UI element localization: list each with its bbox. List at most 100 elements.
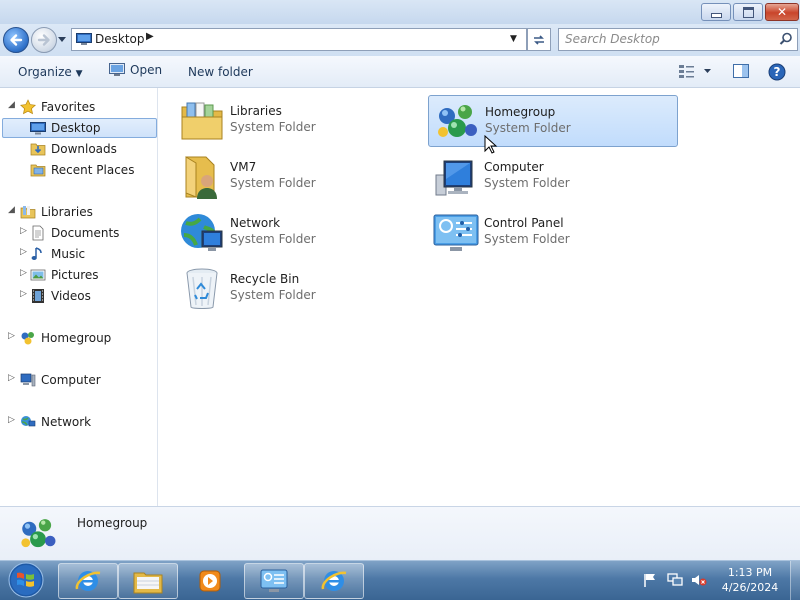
preview-pane-icon [733, 64, 749, 78]
item-type: System Folder [230, 176, 316, 190]
back-button[interactable] [3, 27, 29, 53]
nav-recent-places[interactable]: Recent Places [30, 160, 134, 180]
nav-documents[interactable]: Documents [30, 223, 119, 243]
list-item[interactable]: Computer System Folder [428, 151, 678, 203]
downloads-folder-icon [30, 143, 46, 156]
organize-dropdown-icon: ▼ [75, 69, 83, 79]
taskbar-media-player[interactable] [180, 563, 240, 599]
expand-arrow-icon[interactable]: ▷ [8, 415, 15, 425]
network-status-icon[interactable] [667, 573, 683, 587]
change-view-button[interactable] [678, 64, 712, 81]
title-bar: ✕ [0, 0, 800, 24]
list-item[interactable]: Control Panel System Folder [428, 207, 678, 259]
address-location[interactable]: Desktop [95, 32, 145, 46]
address-dropdown-icon[interactable]: ▼ [510, 34, 517, 44]
expand-arrow-icon[interactable]: ▷ [20, 289, 27, 299]
forward-button[interactable] [31, 27, 57, 53]
nav-libraries-label: Libraries [41, 205, 93, 219]
details-item-name: Homegroup [77, 516, 148, 530]
list-item[interactable]: Network System Folder [174, 207, 424, 259]
nav-videos[interactable]: Videos [30, 286, 91, 306]
help-icon: ? [768, 63, 786, 81]
taskbar-internet-explorer-2[interactable] [304, 563, 364, 599]
command-bar: Organize ▼ Open New folder ? [0, 56, 800, 88]
nav-favorites-label: Favorites [41, 100, 96, 114]
organize-label: Organize [18, 65, 72, 79]
file-list: Libraries System Folder Homegroup System… [159, 88, 800, 506]
preview-pane-button[interactable] [733, 64, 749, 81]
nav-music[interactable]: Music [30, 244, 85, 264]
taskbar-control-panel[interactable] [244, 563, 304, 599]
item-type: System Folder [230, 288, 316, 302]
address-bar[interactable]: Desktop ▶ ▼ [71, 28, 527, 51]
expand-arrow-icon[interactable]: ▷ [8, 373, 15, 383]
network-icon [181, 214, 223, 251]
control-panel-icon [433, 214, 479, 251]
libraries-icon [181, 102, 223, 140]
windows-logo-icon [8, 562, 44, 598]
taskbar-internet-explorer[interactable] [58, 563, 118, 599]
list-item[interactable]: Libraries System Folder [174, 95, 424, 147]
nav-computer-label: Computer [41, 373, 101, 387]
pictures-icon [30, 269, 46, 281]
music-icon [31, 247, 42, 260]
recent-places-icon [30, 164, 46, 177]
taskbar-windows-explorer[interactable] [118, 563, 178, 599]
nav-recent-places-label: Recent Places [51, 163, 135, 177]
navigation-pane: ◢ Favorites Desktop Downloads Recent Pla… [0, 88, 158, 506]
libraries-icon [20, 206, 36, 219]
start-button[interactable] [6, 561, 46, 599]
user-folder-icon [185, 156, 217, 199]
new-folder-button[interactable]: New folder [188, 65, 253, 79]
minimize-button[interactable] [701, 3, 731, 21]
mouse-cursor-icon [484, 135, 498, 154]
action-center-flag-icon[interactable] [643, 573, 657, 587]
open-button[interactable]: Open [109, 63, 162, 77]
internet-explorer-icon [75, 571, 101, 591]
search-box[interactable]: Search Desktop [558, 28, 798, 51]
maximize-icon [742, 6, 754, 18]
show-desktop-button[interactable] [790, 561, 800, 600]
computer-icon [20, 373, 36, 387]
nav-network[interactable]: Network [20, 412, 91, 432]
desktop-icon [30, 121, 46, 134]
list-item[interactable]: Recycle Bin System Folder [174, 263, 424, 315]
clock[interactable]: 1:13 PM 4/26/2024 [716, 565, 784, 595]
nav-pictures[interactable]: Pictures [30, 265, 99, 285]
nav-desktop[interactable]: Desktop [2, 118, 157, 138]
clock-time: 1:13 PM [727, 566, 773, 579]
nav-network-label: Network [41, 415, 92, 429]
nav-libraries[interactable]: Libraries [20, 202, 93, 222]
maximize-button[interactable] [733, 3, 763, 21]
expand-arrow-icon[interactable]: ▷ [8, 331, 15, 341]
control-panel-icon [260, 569, 288, 592]
organize-button[interactable]: Organize ▼ [18, 65, 83, 79]
details-pane: Homegroup [0, 506, 800, 560]
nav-videos-label: Videos [51, 289, 91, 303]
nav-homegroup[interactable]: Homegroup [20, 328, 111, 348]
collapse-arrow-icon[interactable]: ◢ [8, 205, 15, 215]
nav-favorites[interactable]: Favorites [20, 97, 95, 117]
minimize-icon [710, 12, 722, 18]
breadcrumb-chevron-icon[interactable]: ▶ [146, 31, 154, 42]
address-row: Desktop ▶ ▼ Search Desktop [0, 24, 800, 56]
expand-arrow-icon[interactable]: ▷ [20, 268, 27, 278]
expand-arrow-icon[interactable]: ▷ [20, 247, 27, 257]
search-icon[interactable] [779, 32, 793, 46]
volume-muted-icon[interactable] [691, 573, 707, 587]
nav-downloads[interactable]: Downloads [30, 139, 117, 159]
documents-icon [32, 225, 44, 241]
close-button[interactable]: ✕ [765, 3, 799, 21]
collapse-arrow-icon[interactable]: ◢ [8, 100, 15, 110]
nav-computer[interactable]: Computer [20, 370, 101, 390]
search-placeholder[interactable]: Search Desktop [565, 32, 660, 46]
list-item[interactable]: VM7 System Folder [174, 151, 424, 203]
expand-arrow-icon[interactable]: ▷ [20, 226, 27, 236]
nav-homegroup-label: Homegroup [41, 331, 112, 345]
windows-explorer-icon [133, 572, 163, 594]
help-button[interactable]: ? [768, 63, 786, 84]
list-item-selected[interactable]: Homegroup System Folder [428, 95, 678, 147]
internet-explorer-icon [321, 571, 347, 591]
recent-pages-dropdown[interactable] [57, 34, 67, 44]
refresh-button[interactable] [527, 28, 551, 51]
